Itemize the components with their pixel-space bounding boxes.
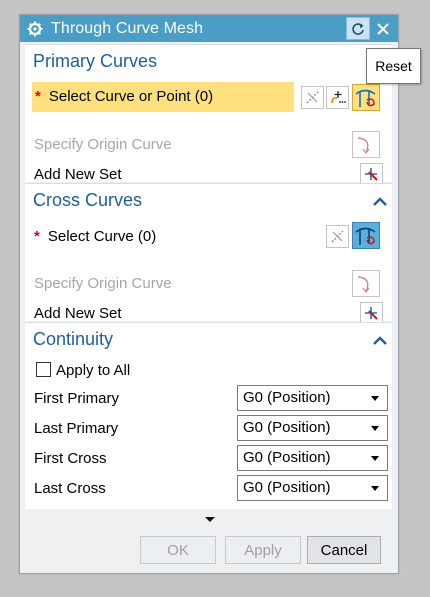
primary-curves-title[interactable]: Primary Curves [33,51,157,72]
specify-origin-curve-button[interactable] [352,131,380,158]
reset-icon [352,22,364,35]
first-primary-label: First Primary [34,390,119,407]
reset-tooltip: Reset [366,48,421,84]
origin-curve-icon [357,275,370,293]
specify-origin-curve-button[interactable] [352,270,380,297]
select-curve-or-point-label[interactable]: * Select Curve or Point (0) [35,88,213,105]
collapse-chevron-icon[interactable] [372,335,388,346]
more-options-chevron-icon[interactable] [204,516,216,523]
cross-curves-group: Cross Curves * Select Curve (0) Specify O… [25,183,392,325]
required-asterisk: * [35,88,41,105]
curve-rule-icon [355,89,376,107]
select-curve-or-point-row[interactable]: * Select Curve or Point (0) [32,82,294,112]
deselect-button[interactable] [326,225,349,248]
close-button[interactable] [372,17,394,40]
first-cross-label: First Cross [34,450,107,467]
close-icon [377,22,389,35]
first-primary-select[interactable]: G0 (Position) [237,385,388,411]
dropdown-arrow-icon [371,426,379,431]
dialog-title: Through Curve Mesh [51,19,204,37]
cross-curves-title[interactable]: Cross Curves [33,190,142,211]
deselect-icon [306,91,319,104]
deselect-button[interactable] [301,86,324,109]
collapse-chevron-icon[interactable] [372,196,388,207]
last-primary-label: Last Primary [34,420,119,437]
select-curve-label[interactable]: * Select Curve (0) [34,228,156,245]
deselect-icon [331,230,344,243]
specify-origin-curve-label: Specify Origin Curve [34,136,172,153]
first-cross-select[interactable]: G0 (Position) [237,445,388,471]
add-new-set-label[interactable]: Add New Set [34,166,122,183]
last-cross-select[interactable]: G0 (Position) [237,475,388,501]
gear-icon [27,21,43,36]
dropdown-arrow-icon [371,396,379,401]
origin-curve-icon [357,136,370,154]
curve-rule-button[interactable] [352,84,380,111]
continuity-group: Continuity Apply to All First Primary G0… [25,322,392,509]
title-bar[interactable]: Through Curve Mesh [20,15,398,42]
dropdown-arrow-icon [371,486,379,491]
add-set-icon [365,307,378,320]
ok-button[interactable]: OK [140,536,216,564]
cancel-button[interactable]: Cancel [307,536,381,564]
dropdown-arrow-icon [371,456,379,461]
curve-rule-icon [355,227,376,245]
continuity-title[interactable]: Continuity [33,329,113,350]
point-dialog-button[interactable] [326,86,349,109]
apply-to-all-checkbox[interactable] [36,362,51,377]
through-curve-mesh-dialog: Through Curve Mesh Primary Curves * Selec… [19,14,399,574]
primary-curves-group: Primary Curves * Select Curve or Point (0… [25,44,392,186]
last-primary-select[interactable]: G0 (Position) [237,415,388,441]
point-dialog-icon [331,91,346,104]
add-new-set-label[interactable]: Add New Set [34,305,122,322]
apply-button[interactable]: Apply [225,536,301,564]
required-asterisk: * [34,228,40,245]
reset-button[interactable] [346,17,370,40]
apply-to-all-label[interactable]: Apply to All [56,362,130,379]
add-set-icon [365,168,378,181]
curve-rule-button[interactable] [352,222,380,249]
specify-origin-curve-label: Specify Origin Curve [34,275,172,292]
last-cross-label: Last Cross [34,480,106,497]
